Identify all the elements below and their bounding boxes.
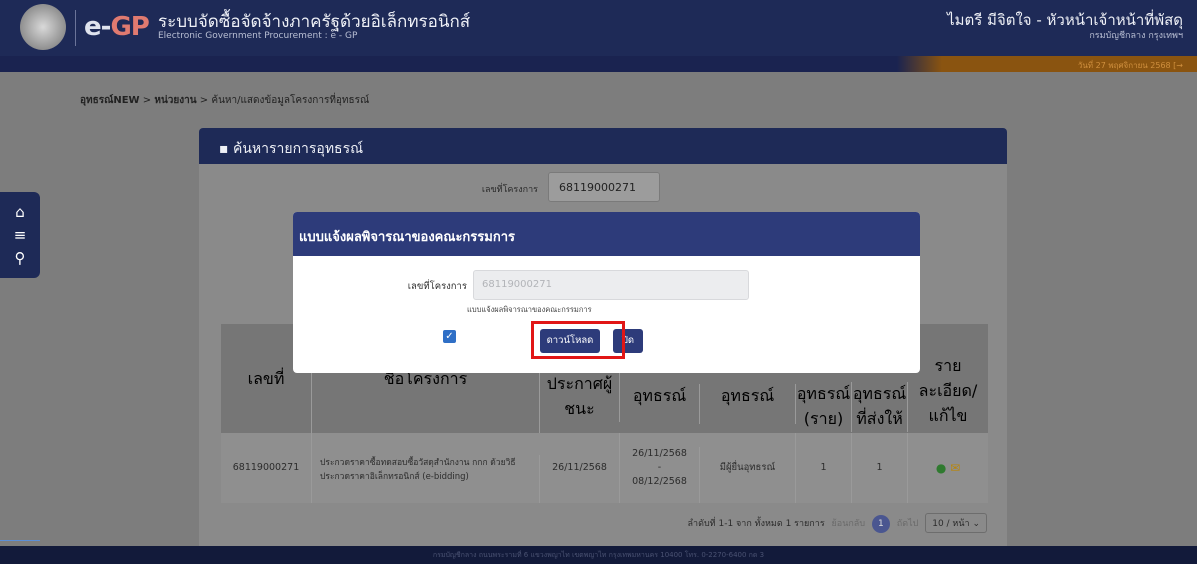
breadcrumb-item-appeal[interactable]: อุทธรณ์NEW — [80, 95, 140, 106]
document-icon: ▪ — [219, 141, 229, 157]
next-page-button[interactable]: ถัดไป — [897, 519, 919, 529]
pagination: ลำดับที่ 1-1 จาก ทั้งหมด 1 รายการ ย้อนกล… — [688, 513, 987, 533]
appeal-start-date: 26/11/2568 — [632, 448, 687, 459]
pagination-summary: ลำดับที่ 1-1 จาก ทั้งหมด 1 รายการ — [687, 519, 825, 529]
chevron-down-icon: ⌄ — [972, 519, 980, 529]
cell-announce-date: 26/11/2568 — [540, 433, 620, 503]
breadcrumb-item-agency[interactable]: หน่วยงาน — [154, 95, 196, 106]
menu-icon[interactable]: ≡ — [9, 225, 31, 245]
download-highlight-box — [531, 321, 625, 359]
breadcrumb-separator: > — [142, 95, 152, 106]
system-subtitle: Electronic Government Procurement : e - … — [158, 31, 358, 41]
cell-sent-count: 1 — [852, 433, 908, 503]
table-row: 68119000271 ประกวดราคาซื้อทดสอบซื้อวัสดุ… — [221, 433, 988, 503]
col-header-sent-count: อุทธรณ์ที่ส่งให้ กวจ. — [852, 382, 908, 453]
project-number-label: เลขที่โครงการ — [481, 185, 538, 195]
side-nav: ⌂ ≡ ⚲ — [0, 192, 40, 278]
breadcrumb-separator: > — [199, 95, 209, 106]
user-department: กรมบัญชีกลาง กรุงเทพฯ — [1089, 31, 1183, 41]
page-number[interactable]: 1 — [871, 515, 890, 533]
logout-icon[interactable]: [→ — [1173, 61, 1183, 70]
col-header-detail: ราย ละเอียด/ แก้ไข — [918, 356, 978, 425]
modal-project-number-input[interactable]: 68119000271 — [473, 270, 749, 300]
col-header-appeal-period: อุทธรณ์ — [620, 384, 700, 424]
search-panel-title: ▪ ค้นหารายการอุทธรณ์ — [219, 141, 364, 157]
breadcrumb-item-current: ค้นหา/แสดงข้อมูลโครงการที่อุทธรณ์ — [211, 95, 370, 106]
cell-project-name[interactable]: ประกวดราคาซื้อทดสอบซื้อวัสดุสำนักงาน กกก… — [312, 455, 540, 503]
col-header-winner: ประกาศผู้ชนะ — [540, 372, 620, 422]
col-header-appeal-count: อุทธรณ์ (ราย) — [796, 382, 852, 432]
col-header-appeal-status: อุทธรณ์ — [700, 384, 796, 424]
government-emblem-icon — [20, 4, 66, 50]
modal-project-number-label: เลขที่โครงการ — [407, 281, 467, 292]
cell-appeal-count: 1 — [796, 433, 852, 503]
breadcrumb: อุทธรณ์NEW > หน่วยงาน > ค้นหา/แสดงข้อมูล… — [80, 93, 369, 108]
page-size-select[interactable]: 10 / หน้า ⌄ — [925, 513, 987, 533]
appeal-date-dash: - — [657, 462, 662, 473]
cell-appeal-period: 26/11/2568 - 08/12/2568 — [620, 447, 700, 503]
current-date: วันที่ 27 พฤศจิกายน 2568 [→ — [1077, 61, 1183, 70]
header-divider — [75, 10, 76, 46]
egp-logo[interactable]: e-GP — [84, 12, 150, 42]
modal-title: แบบแจ้งผลพิจารณาของคณะกรรมการ — [299, 230, 515, 245]
modal-checkbox[interactable]: ✓ — [443, 330, 456, 343]
check-circle-icon[interactable]: ● — [936, 461, 946, 475]
prev-page-button[interactable]: ย้อนกลับ — [832, 519, 866, 529]
home-icon[interactable]: ⌂ — [9, 202, 31, 222]
footer: กรมบัญชีกลาง ถนนพระรามที่ 6 แขวงพญาไท เข… — [0, 546, 1197, 564]
modal-checkbox-label: แบบแจ้งผลพิจารณาของคณะกรรมการ — [467, 305, 592, 314]
mail-icon[interactable]: ✉ — [950, 461, 960, 475]
cell-appeal-status: มีผู้ยื่นอุทธรณ์ — [700, 433, 796, 503]
cell-project-no: 68119000271 — [221, 433, 312, 503]
footer-accent-line — [0, 540, 40, 541]
search-icon[interactable]: ⚲ — [9, 248, 31, 268]
cell-actions: ● ✉ — [908, 433, 988, 503]
project-number-input[interactable]: 68119000271 — [548, 172, 660, 202]
appeal-end-date: 08/12/2568 — [632, 476, 687, 487]
